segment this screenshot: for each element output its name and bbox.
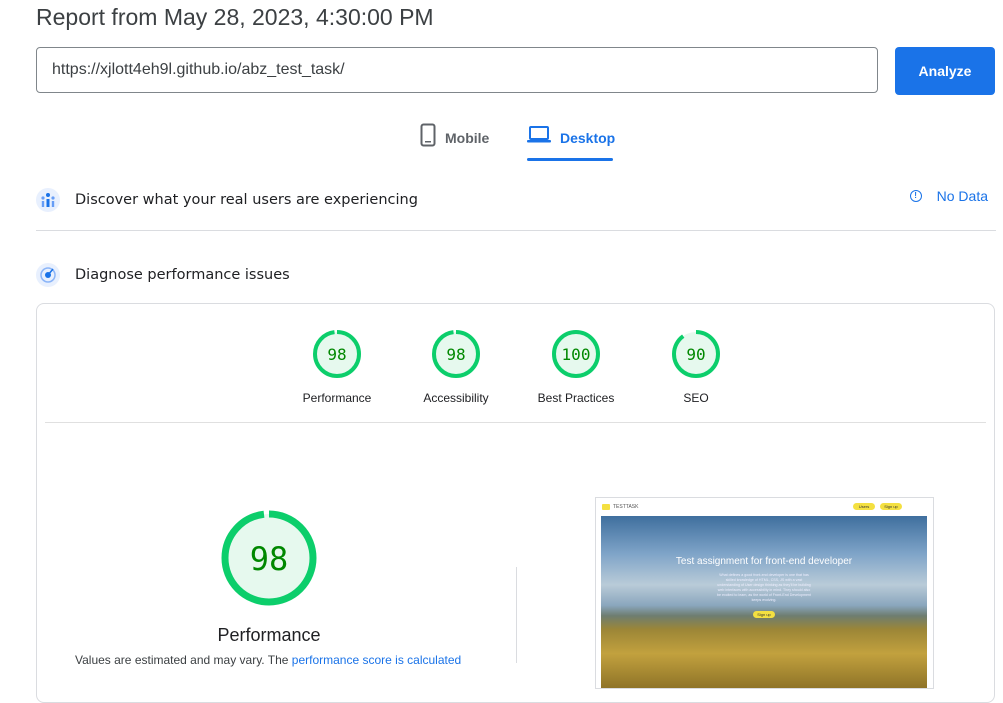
- tab-desktop[interactable]: Desktop: [527, 123, 615, 163]
- main-score-label: Performance: [217, 625, 321, 645]
- score-label: Accessibility: [423, 391, 489, 405]
- card-divider: [45, 422, 986, 423]
- lab-data-title: Diagnose performance issues: [75, 267, 290, 283]
- note-text: Values are estimated and may vary. The: [75, 653, 292, 667]
- no-data-label: No Data: [936, 188, 988, 204]
- screenshot-signup-button: Sign up: [880, 503, 902, 510]
- analyze-button[interactable]: Analyze: [895, 47, 995, 95]
- main-performance-gauge: 98 Performance: [137, 508, 401, 646]
- users-chart-icon: [36, 188, 60, 212]
- info-icon: !: [909, 190, 922, 202]
- no-data-status[interactable]: ! No Data: [909, 188, 988, 204]
- tab-mobile[interactable]: Mobile: [420, 123, 489, 163]
- estimate-note: Values are estimated and may vary. The p…: [75, 653, 461, 667]
- lab-results-card: 98 Performance 98 Accessibility 100 Best…: [36, 303, 995, 703]
- main-score-value: 98: [250, 540, 289, 578]
- score-gauge-seo[interactable]: 90 SEO: [641, 328, 751, 405]
- score-value: 100: [562, 345, 591, 364]
- score-value: 98: [446, 345, 465, 364]
- laptop-icon: [527, 123, 551, 148]
- main-gauge-ring: 98: [221, 510, 317, 606]
- field-data-section: Discover what your real users are experi…: [36, 188, 996, 212]
- phone-icon: [420, 123, 436, 150]
- hero-paragraph: What defines a good front-end developer …: [717, 573, 811, 602]
- screenshot-hero: Test assignment for front-end developer …: [601, 516, 927, 688]
- radar-icon: [36, 263, 60, 287]
- tab-mobile-label: Mobile: [445, 130, 490, 146]
- gauge-ring: 90: [672, 330, 720, 378]
- screenshot-brand: TESTTASK: [613, 504, 639, 510]
- score-value: 98: [327, 345, 346, 364]
- hero-signup-button: Sign up: [753, 611, 775, 618]
- score-calc-link[interactable]: performance score is calculated: [292, 653, 461, 667]
- lab-data-section: Diagnose performance issues: [36, 263, 996, 287]
- score-gauge-accessibility[interactable]: 98 Accessibility: [401, 328, 511, 405]
- brand-logo: [602, 504, 610, 510]
- vertical-divider: [516, 567, 517, 663]
- report-title: Report from May 28, 2023, 4:30:00 PM: [36, 4, 434, 30]
- score-gauge-best-practices[interactable]: 100 Best Practices: [521, 328, 631, 405]
- field-data-title: Discover what your real users are experi…: [75, 192, 418, 208]
- section-divider: [36, 230, 996, 231]
- screenshot-users-button: Users: [853, 503, 875, 510]
- score-label: SEO: [683, 391, 709, 405]
- score-gauge-performance[interactable]: 98 Performance: [282, 328, 392, 405]
- final-screenshot: TESTTASK Users Sign up Test assignment f…: [595, 497, 934, 689]
- gauge-ring: 98: [432, 330, 480, 378]
- gauge-ring: 100: [552, 330, 600, 378]
- screenshot-nav: TESTTASK Users Sign up: [596, 498, 933, 516]
- hero-heading: Test assignment for front-end developer: [675, 556, 853, 567]
- tab-desktop-label: Desktop: [560, 130, 616, 146]
- active-tab-indicator: [527, 158, 613, 161]
- gauge-ring: 98: [313, 330, 361, 378]
- device-tabs: Mobile Desktop: [0, 123, 1003, 163]
- score-label: Performance: [302, 391, 372, 405]
- score-label: Best Practices: [537, 391, 615, 405]
- score-value: 90: [686, 345, 705, 364]
- hero-content: Test assignment for front-end developer …: [601, 556, 927, 618]
- url-input[interactable]: [36, 47, 878, 93]
